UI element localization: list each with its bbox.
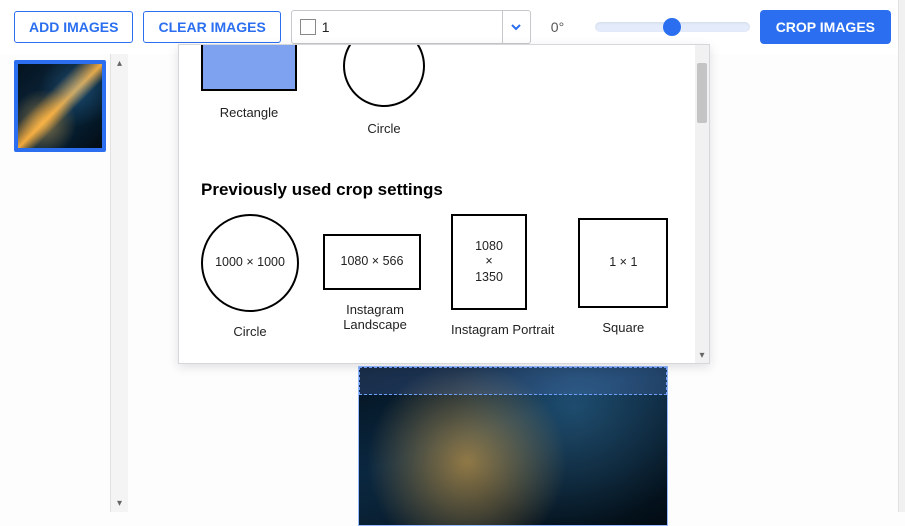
- crop-images-button[interactable]: CROP IMAGES: [760, 10, 891, 44]
- dropdown-scrollbar[interactable]: ▾: [695, 45, 709, 363]
- prev-preset-label: Circle: [201, 324, 299, 339]
- prev-preset-label: Instagram Landscape: [323, 302, 427, 332]
- chevron-down-icon[interactable]: [502, 11, 530, 43]
- prev-preset-instagram-landscape[interactable]: 1080 × 566 Instagram Landscape: [323, 214, 427, 332]
- aspect-dropdown-panel: Rectangle Circle Previously used crop se…: [178, 44, 710, 364]
- thumbnail-scrollbar[interactable]: ▴ ▾: [110, 54, 128, 512]
- prev-shape-icon: 1080×1350: [451, 214, 527, 310]
- prev-preset-circle[interactable]: 1000 × 1000 Circle: [201, 214, 299, 339]
- prev-preset-instagram-portrait[interactable]: 1080×1350 Instagram Portrait: [451, 214, 554, 337]
- rectangle-icon: [201, 45, 297, 91]
- thumbnail-column: ▴ ▾: [0, 54, 128, 512]
- preset-label: Rectangle: [201, 105, 297, 120]
- clear-images-button[interactable]: CLEAR IMAGES: [143, 11, 280, 43]
- thumbnail-selected[interactable]: [14, 60, 106, 152]
- aspect-swatch-icon: [300, 19, 316, 35]
- slider-thumb[interactable]: [663, 18, 681, 36]
- main-image[interactable]: [358, 366, 668, 526]
- rotation-slider[interactable]: [595, 10, 750, 44]
- prev-shape-icon: 1000 × 1000: [201, 214, 299, 312]
- previous-settings-heading: Previously used crop settings: [201, 180, 695, 200]
- scrollbar-handle[interactable]: [697, 63, 707, 123]
- page-right-edge: [898, 0, 905, 512]
- preset-rectangle[interactable]: Rectangle: [201, 45, 297, 136]
- preset-circle[interactable]: Circle: [343, 45, 425, 136]
- aspect-ratio-value: 1: [322, 19, 502, 35]
- prev-shape-icon: 1080 × 566: [323, 234, 421, 290]
- prev-preset-label: Instagram Portrait: [451, 322, 554, 337]
- aspect-ratio-select[interactable]: 1: [291, 10, 531, 44]
- scroll-up-icon[interactable]: ▴: [111, 54, 128, 72]
- preset-label: Circle: [343, 121, 425, 136]
- rotation-readout: 0°: [541, 19, 585, 35]
- scroll-down-icon[interactable]: ▾: [111, 494, 128, 512]
- add-images-button[interactable]: ADD IMAGES: [14, 11, 133, 43]
- scroll-down-icon[interactable]: ▾: [695, 350, 709, 361]
- circle-icon: [343, 45, 425, 107]
- prev-shape-icon: 1 × 1: [578, 218, 668, 308]
- crop-selection[interactable]: [359, 367, 667, 395]
- prev-preset-label: Square: [578, 320, 668, 335]
- prev-preset-square[interactable]: 1 × 1 Square: [578, 214, 668, 335]
